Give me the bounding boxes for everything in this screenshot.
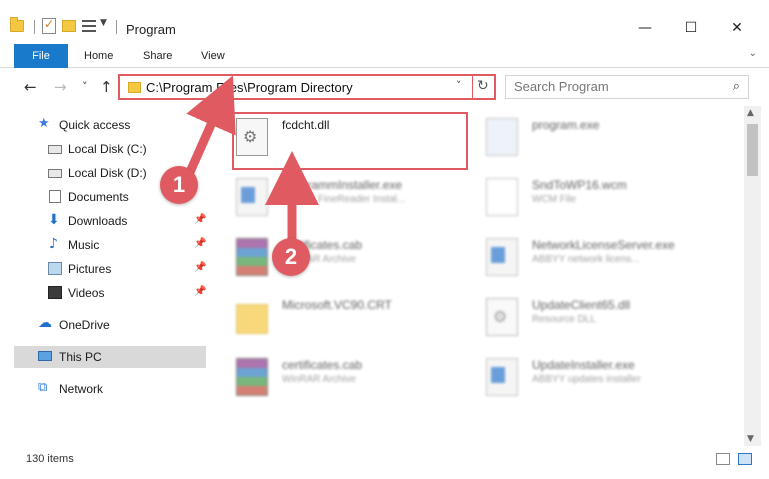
step-badge-2: 2 <box>272 238 310 276</box>
arrow-1 <box>185 75 236 174</box>
annotation-arrows <box>185 75 319 240</box>
step-badge-1: 1 <box>160 166 198 204</box>
